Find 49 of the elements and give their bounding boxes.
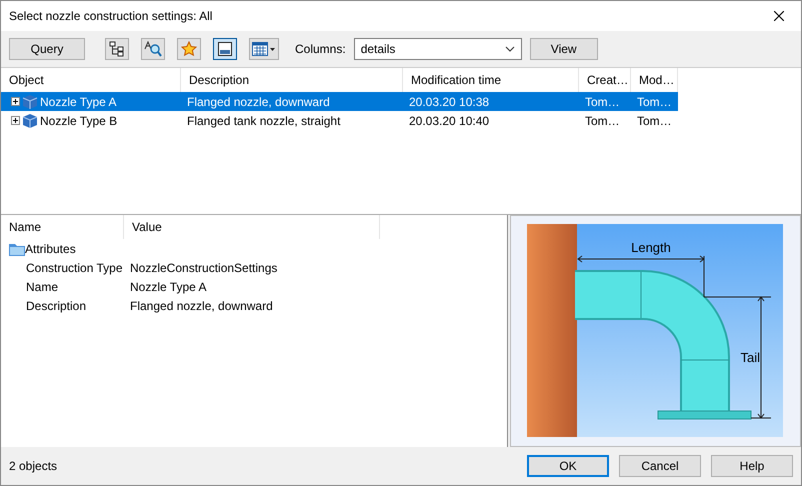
table-cell-text: Tom…: [584, 112, 621, 130]
dialog-button[interactable]: Help: [711, 455, 793, 477]
table-cell-text: Flanged tank nozzle, straight: [186, 112, 342, 130]
object-name: Nozzle Type B: [39, 112, 118, 130]
list-row[interactable]: Nozzle Type A Flanged nozzle, downward 20.03.20 10:38 Tom… Tom…: [1, 92, 678, 111]
property-value: Flanged nozzle, downward: [130, 298, 273, 314]
close-icon: [774, 11, 784, 21]
property-value: Nozzle Type A: [130, 278, 206, 296]
layout-icon: [217, 41, 233, 57]
tree-button[interactable]: [105, 38, 129, 60]
status-text: 2 objects: [9, 458, 58, 475]
table-cell-text: Tom…: [636, 112, 673, 130]
columns-label: Columns:: [295, 41, 346, 58]
spell-search-button[interactable]: [141, 38, 165, 60]
tail-label: Tail: [740, 350, 760, 365]
table-cell-text: Flanged nozzle, downward: [186, 94, 331, 110]
box-icon: [22, 112, 38, 128]
table-cell-text: Tom…: [584, 94, 621, 110]
group-label[interactable]: Attributes: [25, 240, 76, 258]
calendar-icon: [252, 42, 276, 56]
box-icon: [22, 94, 38, 110]
list-row[interactable]: Nozzle Type B Flanged tank nozzle, straight 20.03.20 10:40 Tom… Tom…: [1, 111, 678, 130]
tree-icon: [109, 41, 125, 57]
dialog-button[interactable]: OK: [527, 455, 609, 477]
property-name: Construction Type: [25, 260, 124, 276]
calendar-button[interactable]: [249, 38, 279, 60]
expand-icon[interactable]: [11, 97, 20, 106]
column-header[interactable]: Name: [1, 215, 124, 239]
spell-search-icon: [144, 41, 162, 57]
property-name: Description: [25, 298, 88, 314]
table-cell-text: Tom…: [636, 94, 673, 110]
view-button[interactable]: View: [530, 38, 598, 60]
columns-dropdown[interactable]: details: [354, 38, 522, 60]
query-button[interactable]: Query: [9, 38, 85, 60]
layout-button[interactable]: [213, 38, 237, 60]
table-cell-text: 20.03.20 10:40: [408, 112, 490, 130]
folder-icon: [9, 242, 25, 256]
dialog-button[interactable]: Cancel: [619, 455, 701, 477]
property-name: Name: [25, 278, 60, 296]
object-name: Nozzle Type A: [39, 94, 116, 110]
table-cell-text: 20.03.20 10:38: [408, 94, 490, 110]
chevron-icon: [504, 46, 515, 52]
column-header[interactable]: Value: [124, 215, 380, 239]
property-value: NozzleConstructionSettings: [130, 260, 278, 276]
star-button[interactable]: [177, 38, 201, 60]
window-title: Select nozzle construction settings: All: [9, 8, 212, 25]
expand-icon[interactable]: [11, 116, 20, 125]
star-icon: [181, 41, 197, 57]
length-label: Length: [630, 240, 670, 255]
